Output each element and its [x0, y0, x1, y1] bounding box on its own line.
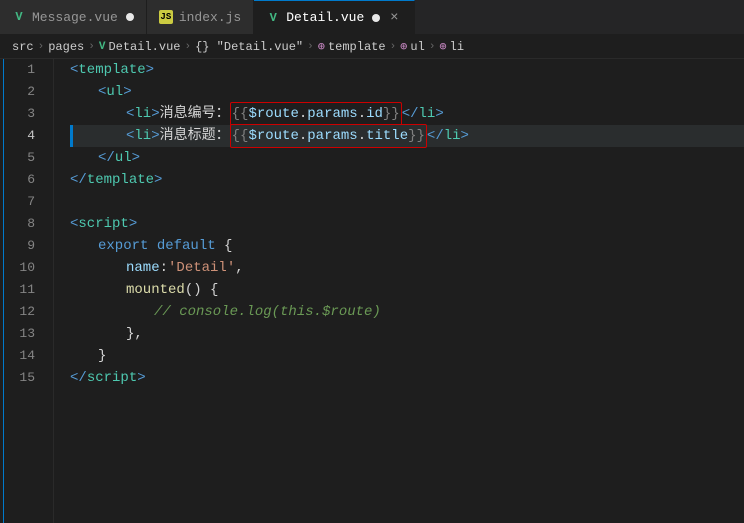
breadcrumb-detail-vue: V Detail.vue: [99, 40, 181, 54]
code-line-13: },: [70, 323, 744, 345]
vue-icon: V: [266, 11, 280, 25]
tab-label: Message.vue: [32, 10, 118, 25]
component-icon: ⊕: [318, 39, 325, 54]
li-text-id: 消息编号：: [160, 103, 230, 125]
tab-message-vue[interactable]: V Message.vue: [0, 0, 147, 34]
line-numbers: 1 2 3 4 5 6 7 8 9 10 11 12 13 14 15: [4, 59, 54, 523]
code-line-11: mounted () {: [70, 279, 744, 301]
tab-label: Detail.vue: [286, 10, 364, 25]
tag-close: >: [146, 59, 154, 81]
line-num-3: 3: [14, 103, 35, 125]
code-line-1: <template>: [70, 59, 744, 81]
code-line-9: export default {: [70, 235, 744, 257]
code-line-15: </script>: [70, 367, 744, 389]
modified-indicator: [126, 13, 134, 21]
js-icon: JS: [159, 10, 173, 24]
line-num-15: 15: [14, 367, 35, 389]
line-num-7: 7: [14, 191, 35, 213]
breadcrumb-template: ⊕ template: [318, 39, 386, 54]
editor-area: 1 2 3 4 5 6 7 8 9 10 11 12 13 14 15 <tem…: [0, 59, 744, 523]
vue-icon-small: V: [99, 41, 106, 53]
tag-template: template: [78, 59, 145, 81]
breadcrumb-obj: {} "Detail.vue": [195, 40, 303, 54]
breadcrumb: src › pages › V Detail.vue › {} "Detail.…: [0, 35, 744, 59]
tab-bar: V Message.vue JS index.js V Detail.vue ×: [0, 0, 744, 35]
cursor-indicator: [70, 125, 73, 147]
line-num-4: 4: [14, 125, 35, 147]
line-num-2: 2: [14, 81, 35, 103]
line-num-5: 5: [14, 147, 35, 169]
code-line-7: [70, 191, 744, 213]
code-line-4: <li>消息标题：{{$route.params.title}}</li>: [70, 125, 744, 147]
line-num-11: 11: [14, 279, 35, 301]
tab-label: index.js: [179, 10, 241, 25]
component-icon-ul: ⊕: [400, 39, 407, 54]
line-num-13: 13: [14, 323, 35, 345]
line-num-9: 9: [14, 235, 35, 257]
breadcrumb-li: ⊕ li: [439, 39, 464, 54]
highlight-id-expr: {{$route.params.id}}: [230, 102, 402, 126]
code-line-10: name : 'Detail' ,: [70, 257, 744, 279]
tab-detail-vue[interactable]: V Detail.vue ×: [254, 0, 415, 34]
code-line-2: <ul>: [70, 81, 744, 103]
tag-open: <: [70, 59, 78, 81]
tag-close-ul: >: [123, 81, 131, 103]
line-num-12: 12: [14, 301, 35, 323]
code-line-14: }: [70, 345, 744, 367]
code-line-3: <li>消息编号：{{$route.params.id}}</li>: [70, 103, 744, 125]
code-line-6: </template>: [70, 169, 744, 191]
modified-indicator: [372, 14, 380, 22]
code-line-5: </ul>: [70, 147, 744, 169]
li-text-title: 消息标题：: [160, 125, 230, 147]
comment-text: // console.log(this.$route): [154, 301, 381, 323]
breadcrumb-ul: ⊕ ul: [400, 39, 425, 54]
code-line-8: <script>: [70, 213, 744, 235]
tag-open-ul: <: [98, 81, 106, 103]
highlight-title-expr: {{$route.params.title}}: [230, 124, 427, 148]
tab-close-button[interactable]: ×: [386, 10, 402, 26]
code-line-12: // console.log(this.$route): [70, 301, 744, 323]
breadcrumb-src: src: [12, 40, 34, 54]
code-editor[interactable]: <template> <ul> <li>消息编号：{{$route.params…: [54, 59, 744, 523]
vue-icon: V: [12, 10, 26, 24]
line-num-14: 14: [14, 345, 35, 367]
component-icon-li: ⊕: [439, 39, 446, 54]
line-num-6: 6: [14, 169, 35, 191]
li-open-tag: <: [126, 103, 134, 125]
line-num-1: 1: [14, 59, 35, 81]
tag-ul: ul: [106, 81, 123, 103]
line-num-8: 8: [14, 213, 35, 235]
breadcrumb-pages: pages: [48, 40, 84, 54]
tab-index-js[interactable]: JS index.js: [147, 0, 254, 34]
line-num-10: 10: [14, 257, 35, 279]
